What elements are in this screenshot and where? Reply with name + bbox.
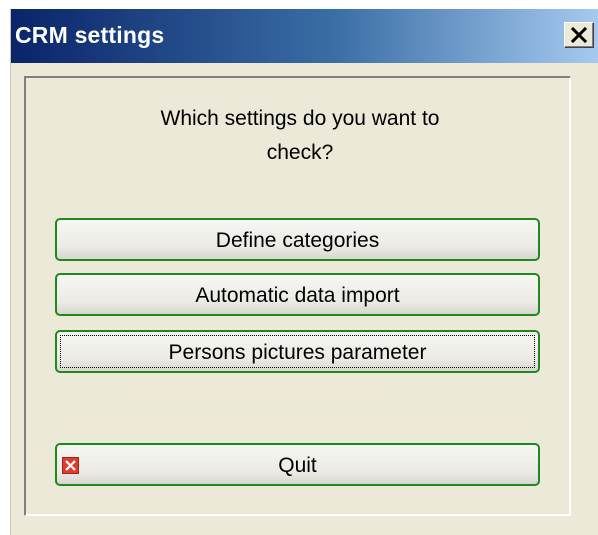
persons-pictures-parameter-button[interactable]: Persons pictures parameter [55, 330, 540, 373]
question-text: Which settings do you want to check? [60, 102, 540, 170]
quit-label: Quit [278, 454, 317, 477]
question-line-2: check? [266, 141, 334, 164]
close-button[interactable] [564, 22, 594, 48]
automatic-data-import-label: Automatic data import [195, 284, 400, 307]
define-categories-button[interactable]: Define categories [55, 218, 540, 261]
close-icon [571, 27, 587, 43]
window-title: CRM settings [15, 22, 165, 48]
persons-pictures-parameter-label: Persons pictures parameter [168, 341, 427, 364]
quit-button[interactable]: Quit [55, 443, 540, 486]
question-line-1: Which settings do you want to [160, 107, 440, 130]
automatic-data-import-button[interactable]: Automatic data import [55, 273, 540, 316]
define-categories-label: Define categories [215, 229, 380, 252]
title-bar[interactable]: CRM settings [11, 9, 598, 63]
